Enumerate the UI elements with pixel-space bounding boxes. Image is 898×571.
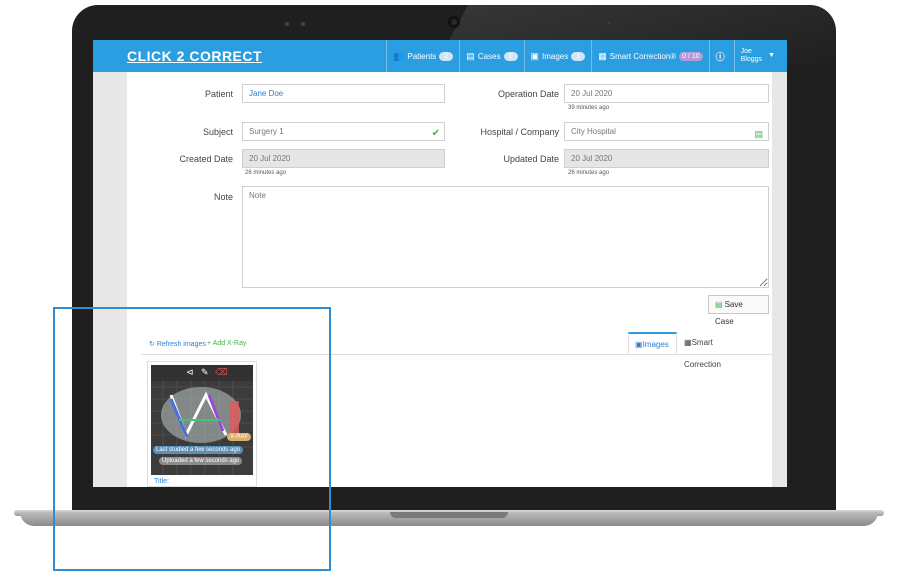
checkmark-icon: ✔ — [431, 128, 440, 139]
nav-images-badge: 1 — [571, 51, 586, 61]
patient-label: Patient — [204, 89, 233, 99]
tab-images-label: Images — [642, 340, 669, 349]
nav-smart-label: Smart Correction® — [609, 51, 677, 61]
nav-images-label: Images — [542, 51, 569, 61]
subject-label: Subject — [202, 127, 233, 137]
updated-date-hint: 26 minutes ago — [568, 170, 610, 176]
note-label: Note — [213, 192, 233, 202]
webcam — [448, 16, 460, 28]
operation-date-value: 20 Jul 2020 — [571, 89, 613, 98]
subject-field[interactable]: Surgery 1 ✔ — [242, 122, 445, 141]
hospital-icon: ▤ — [754, 129, 763, 139]
briefcase-icon: ▤ — [466, 50, 475, 61]
operation-date-field[interactable]: 20 Jul 2020 — [564, 84, 769, 103]
chevron-down-icon: ▼ — [768, 52, 775, 59]
nav-cases[interactable]: ▤ Cases 1 — [459, 40, 523, 72]
users-icon: 👥 — [393, 50, 405, 61]
updated-date-label: Updated Date — [503, 154, 559, 164]
highlight-box — [53, 307, 331, 571]
save-icon: ▤ — [715, 300, 723, 309]
sensor-dot — [301, 22, 305, 26]
updated-date-field: 20 Jul 2020 — [564, 149, 769, 168]
sensor-dot — [285, 22, 289, 26]
hospital-field[interactable]: City Hospital ▤ — [564, 122, 769, 141]
nav-patients-label: Patients — [407, 51, 437, 61]
nav-menu: 👥 Patients 2 ▤ Cases 1 ▣ Images 1 ▦ Smar… — [386, 40, 781, 72]
sensor-dot — [608, 22, 610, 24]
laptop-notch — [390, 512, 508, 518]
nav-cases-label: Cases — [477, 51, 501, 61]
created-date-field: 20 Jul 2020 — [242, 149, 445, 168]
nav-patients[interactable]: 👥 Patients 2 — [386, 40, 459, 72]
correction-icon: ▦ — [598, 50, 607, 61]
patient-value: Jane Doe — [249, 89, 284, 98]
created-date-label: Created Date — [179, 154, 233, 164]
image-icon: ▣ — [635, 340, 643, 349]
correction-icon: ▦ — [684, 338, 692, 347]
created-date-hint: 26 minutes ago — [245, 170, 287, 176]
nav-patients-badge: 2 — [439, 51, 454, 61]
nav-images[interactable]: ▣ Images 1 — [523, 40, 592, 72]
operation-date-label: Operation Date — [497, 89, 559, 99]
nav-info[interactable]: ⓘ — [708, 40, 734, 72]
user-last-name: Bloggs — [740, 56, 763, 63]
save-case-button[interactable]: ▤ Save Case — [708, 295, 769, 326]
brand-logo[interactable]: CLICK 2 CORRECT — [127, 48, 262, 64]
hospital-value: City Hospital — [571, 127, 616, 136]
nav-smart-badge: 0 / 10 — [679, 51, 703, 61]
image-icon: ▣ — [530, 50, 540, 61]
nav-smart-correction[interactable]: ▦ Smart Correction® 0 / 10 — [591, 40, 708, 72]
patient-field[interactable]: Jane Doe — [242, 84, 445, 103]
tab-smart-correction[interactable]: ▦Smart Correction — [678, 332, 758, 369]
info-icon: ⓘ — [715, 51, 725, 62]
updated-date-value: 20 Jul 2020 — [571, 154, 613, 163]
operation-date-hint: 39 minutes ago — [568, 105, 610, 111]
top-navbar: CLICK 2 CORRECT 👥 Patients 2 ▤ Cases 1 ▣… — [93, 40, 787, 72]
hospital-label: Hospital / Company — [480, 127, 559, 137]
user-first-name: Joe — [740, 48, 752, 55]
created-date-value: 20 Jul 2020 — [249, 154, 291, 163]
nav-cases-badge: 1 — [503, 51, 518, 61]
tab-images[interactable]: ▣Images — [628, 332, 677, 354]
user-menu[interactable]: Joe Bloggs ▼ — [733, 40, 781, 72]
subject-value: Surgery 1 — [249, 127, 284, 136]
note-textarea[interactable] — [242, 186, 769, 288]
